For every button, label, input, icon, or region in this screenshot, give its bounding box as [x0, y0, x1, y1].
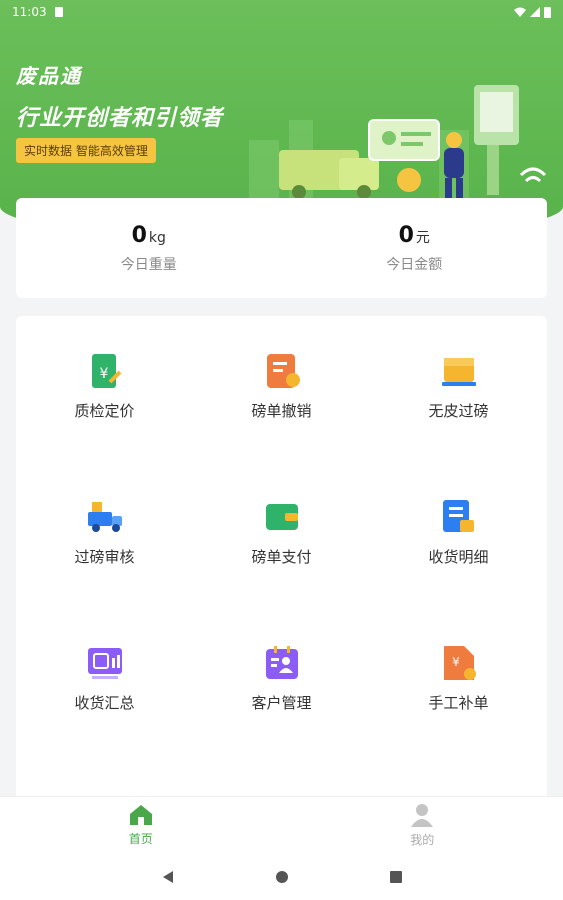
receipt-detail-icon	[442, 500, 474, 532]
signal-icon	[530, 7, 540, 17]
menu-wallet-pay[interactable]: 磅单支付	[193, 462, 370, 608]
function-menu-card: ¥ 质检定价 磅单撤销 无皮过磅 过磅审核 磅单支付 收货明细 收货汇总 客户管…	[16, 316, 547, 806]
status-bar: 11:03	[0, 0, 563, 24]
recents-button[interactable]	[389, 870, 403, 884]
menu-label: 无皮过磅	[428, 402, 489, 420]
customer-manage-icon	[265, 646, 298, 679]
menu-receipt-summary[interactable]: 收货汇总	[16, 608, 193, 754]
home-button[interactable]	[275, 870, 289, 884]
menu-truck-audit[interactable]: 过磅审核	[16, 462, 193, 608]
nav-mine-label: 我的	[410, 833, 435, 847]
stat-amount-value: 0	[398, 222, 414, 248]
brand-title: 废品通	[16, 64, 82, 88]
wifi-icon	[514, 7, 526, 17]
today-stats-card: 0 kg 今日重量 0元 今日金额	[16, 198, 547, 298]
menu-label: 收货明细	[428, 548, 489, 566]
battery-icon	[544, 6, 551, 18]
menu-label: 质检定价	[74, 402, 135, 420]
stat-weight-value: 0	[131, 222, 147, 248]
menu-customer-manage[interactable]: 客户管理	[193, 608, 370, 754]
recents-square-icon	[389, 871, 402, 883]
home-icon	[129, 805, 152, 825]
weighbill-cancel-icon	[266, 354, 300, 388]
manual-order-icon: ¥	[443, 646, 476, 680]
box-weigh-icon	[441, 358, 476, 386]
hero-slogan: 行业开创者和引领者	[16, 106, 224, 131]
menu-label: 客户管理	[251, 694, 312, 712]
stat-amount-unit: 元	[415, 229, 430, 246]
hero-illustration	[249, 85, 547, 210]
menu-label: 收货汇总	[74, 694, 135, 712]
menu-label: 磅单撤销	[251, 402, 312, 420]
back-triangle-icon	[162, 871, 173, 883]
nav-home-label: 首页	[128, 832, 153, 846]
truck-audit-icon	[87, 502, 122, 532]
home-circle-icon	[275, 871, 288, 883]
menu-box-weigh[interactable]: 无皮过磅	[370, 316, 547, 462]
stat-weight-label: 今日重量	[120, 256, 177, 273]
menu-quality-pricing[interactable]: ¥ 质检定价	[16, 316, 193, 462]
nav-home[interactable]: 首页	[0, 797, 282, 854]
stat-weight: 0 kg 今日重量	[16, 223, 282, 274]
quality-pricing-icon: ¥	[91, 354, 121, 388]
nav-mine[interactable]: 我的	[282, 797, 563, 854]
bottom-nav: 首页 我的	[0, 796, 563, 854]
status-time: 11:03	[12, 5, 47, 19]
sd-card-icon	[54, 7, 63, 17]
menu-label: 手工补单	[428, 694, 489, 712]
menu-label: 磅单支付	[251, 548, 312, 566]
svg-text:¥: ¥	[452, 655, 460, 669]
stat-amount-label: 今日金额	[386, 256, 443, 273]
stat-amount: 0元 今日金额	[282, 223, 548, 274]
menu-manual-order[interactable]: ¥ 手工补单	[370, 608, 547, 754]
menu-label: 过磅审核	[74, 548, 135, 566]
stat-weight-unit: kg	[148, 229, 166, 246]
receipt-summary-icon	[87, 648, 122, 679]
menu-weighbill-cancel[interactable]: 磅单撤销	[193, 316, 370, 462]
user-icon	[411, 804, 434, 827]
back-button[interactable]	[161, 870, 175, 884]
hero-tag: 实时数据 智能高效管理	[16, 138, 156, 163]
system-nav-bar	[0, 854, 563, 900]
svg-text:¥: ¥	[99, 366, 108, 382]
menu-receipt-detail[interactable]: 收货明细	[370, 462, 547, 608]
wallet-pay-icon	[265, 504, 298, 530]
